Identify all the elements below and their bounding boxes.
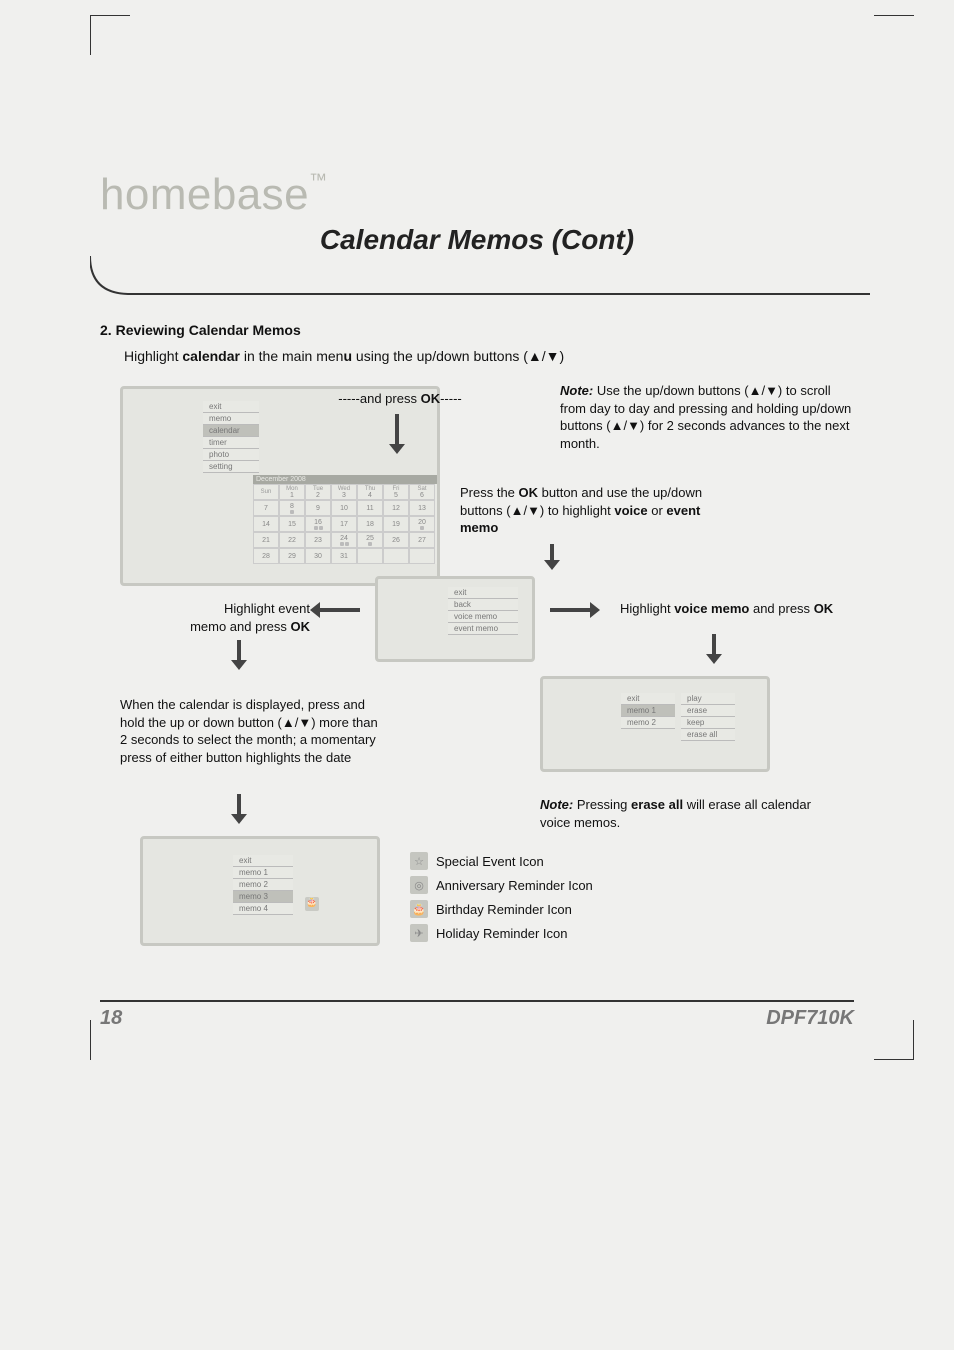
memo-type-voice: voice memo xyxy=(448,611,518,623)
note-scroll: Note: Use the up/down buttons (▲/▼) to s… xyxy=(560,382,860,452)
footer-rule xyxy=(100,1000,854,1002)
icon-legend: ☆Special Event Icon ◎Anniversary Reminde… xyxy=(410,846,670,948)
arrow-right-icon xyxy=(550,606,600,614)
menu-item-exit: exit xyxy=(203,401,259,413)
legend-row: ✈Holiday Reminder Icon xyxy=(410,924,670,942)
voice-action-keep: keep xyxy=(681,717,735,729)
ring-icon: ◎ xyxy=(410,876,428,894)
page-title: Calendar Memos (Cont) xyxy=(100,224,854,256)
model-number: DPF710K xyxy=(766,1007,854,1030)
intro-text: Highlight calendar in the main menu usin… xyxy=(124,348,854,364)
crop-mark xyxy=(874,1020,914,1060)
event-memo-screen: exit memo 1 memo 2 memo 3 memo 4 🎂 xyxy=(140,836,380,946)
event-list-memo3: memo 3 xyxy=(233,891,293,903)
event-list-memo2: memo 2 xyxy=(233,879,293,891)
memo-type-exit: exit xyxy=(448,587,518,599)
voice-list-memo2: memo 2 xyxy=(621,717,675,729)
arrow-left-icon xyxy=(310,606,360,614)
crop-mark xyxy=(874,15,914,55)
note-erase-all: Note: Pressing erase all will erase all … xyxy=(540,796,830,831)
voice-action-play: play xyxy=(681,693,735,705)
crop-mark xyxy=(90,15,130,55)
press-ok-highlight-text: Press the OK button and use the up/down … xyxy=(460,484,720,537)
memo-type-back: back xyxy=(448,599,518,611)
brand-logo: homebase™ xyxy=(100,170,854,220)
menu-item-photo: photo xyxy=(203,449,259,461)
voice-list-memo1: memo 1 xyxy=(621,705,675,717)
event-list-exit: exit xyxy=(233,855,293,867)
and-press-ok-label: -----and press OK----- xyxy=(325,390,475,408)
calendar-grid: December 2008 Sun Mon1 Tue2 Wed3 Thu4 Fr… xyxy=(253,475,437,564)
arrow-down-icon xyxy=(235,640,243,670)
star-icon: ☆ xyxy=(410,852,428,870)
voice-list-exit: exit xyxy=(621,693,675,705)
header-curve xyxy=(90,266,854,296)
menu-item-memo: memo xyxy=(203,413,259,425)
event-list-memo1: memo 1 xyxy=(233,867,293,879)
menu-item-timer: timer xyxy=(203,437,259,449)
legend-row: 🎂Birthday Reminder Icon xyxy=(410,900,670,918)
memo-type-screen: exit back voice memo event memo xyxy=(375,576,535,662)
page-number: 18 xyxy=(100,1007,122,1030)
memo-type-event: event memo xyxy=(448,623,518,635)
cake-icon: 🎂 xyxy=(410,900,428,918)
main-menu-list: exit memo calendar timer photo setting xyxy=(203,401,259,473)
highlight-voice-text: Highlight voice memo and press OK xyxy=(620,600,850,618)
event-type-icon: 🎂 xyxy=(305,897,319,911)
legend-row: ☆Special Event Icon xyxy=(410,852,670,870)
arrow-down-icon xyxy=(710,634,718,664)
voice-action-erase: erase xyxy=(681,705,735,717)
main-menu-screen: exit memo calendar timer photo setting D… xyxy=(120,386,440,586)
event-list-memo4: memo 4 xyxy=(233,903,293,915)
arrow-down-icon xyxy=(393,414,401,454)
legend-row: ◎Anniversary Reminder Icon xyxy=(410,876,670,894)
voice-memo-screen: exit memo 1 memo 2 play erase keep erase… xyxy=(540,676,770,772)
highlight-event-text: Highlight event memo and press OK xyxy=(160,600,310,635)
menu-item-setting: setting xyxy=(203,461,259,473)
voice-action-eraseall: erase all xyxy=(681,729,735,741)
calendar-displayed-text: When the calendar is displayed, press an… xyxy=(120,696,380,766)
plane-icon: ✈ xyxy=(410,924,428,942)
menu-item-calendar: calendar xyxy=(203,425,259,437)
arrow-down-icon xyxy=(548,544,556,570)
arrow-down-icon xyxy=(235,794,243,824)
section-heading: 2. Reviewing Calendar Memos xyxy=(100,322,854,338)
